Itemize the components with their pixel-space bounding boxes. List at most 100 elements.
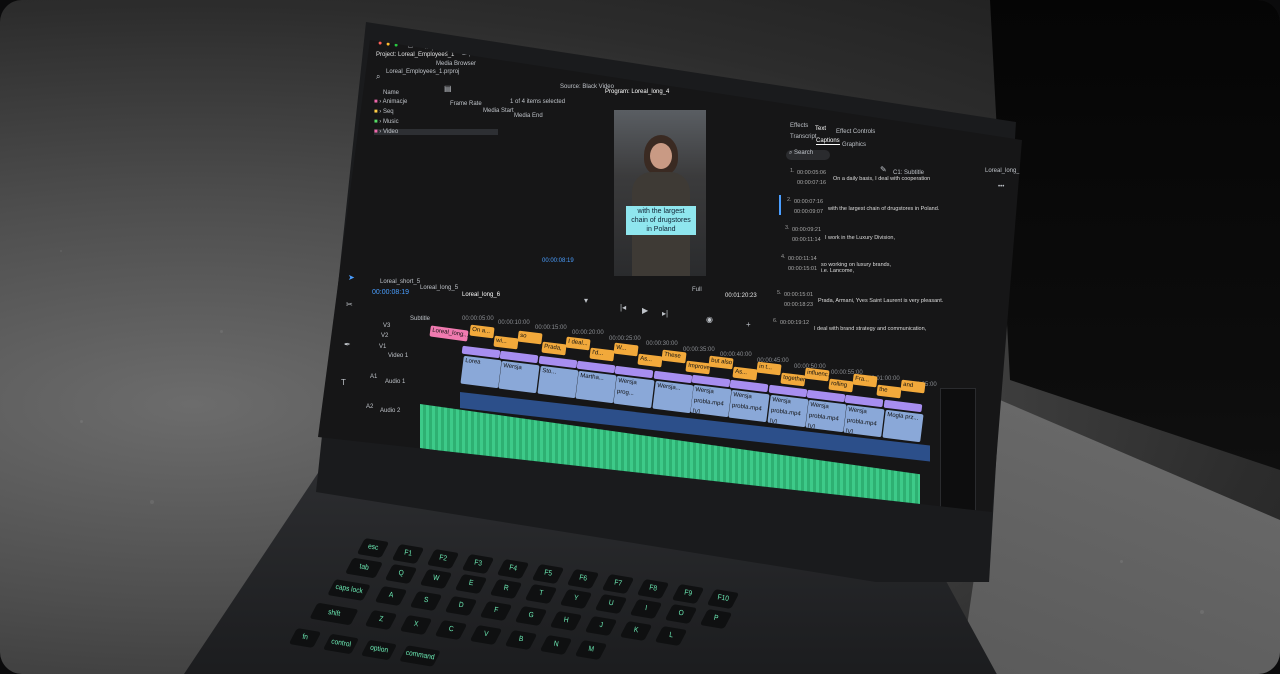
timeline-tab-active[interactable]: Loreal_long_6 <box>462 292 500 298</box>
program-video-frame: with the largest chain of drugstores in … <box>614 110 706 276</box>
video-clip[interactable]: Wersja probla.mp4 <box>728 390 771 423</box>
subtitle-clip[interactable]: These are... <box>660 349 687 363</box>
ruler-tick: 00:00:25:00 <box>609 336 641 342</box>
selection-indicator <box>779 195 781 215</box>
video-clip[interactable]: Wersja probla.mp4 [V] <box>843 404 886 438</box>
items-selected: 1 of 4 items selected <box>510 99 566 105</box>
track-label-audio2: Audio 2 <box>380 408 401 414</box>
project-tab[interactable]: Project: Loreal_Employees_1 <box>376 52 454 58</box>
new-bin-icon[interactable]: ▤ <box>444 84 452 93</box>
track-label-video1: Video 1 <box>388 353 409 359</box>
track-label-v1: V1 <box>379 344 387 350</box>
type-tool-icon[interactable]: T <box>341 378 346 387</box>
bin-color-icon: ■ <box>374 109 378 115</box>
subtitle-clip[interactable]: Fra... <box>852 373 878 388</box>
timeline-timecode[interactable]: 00:00:08:19 <box>372 289 409 296</box>
program-timecode-out: 00:01:20:23 <box>725 293 757 299</box>
tab-graphics[interactable]: Graphics <box>842 142 866 148</box>
media-browser-tab[interactable]: Media Browser <box>436 61 476 67</box>
tab-transcript[interactable]: Transcript <box>790 134 816 140</box>
marker-icon[interactable]: ▾ <box>584 296 588 305</box>
search-icon[interactable]: ⌕ <box>376 72 380 82</box>
track-label-v3: V3 <box>383 323 391 329</box>
camera-icon[interactable]: ◉ <box>706 315 713 324</box>
add-button-icon[interactable]: + <box>746 320 751 329</box>
video-clip[interactable]: Sto... <box>537 365 579 399</box>
project-file-name: Loreal_Employees_1.prproj <box>386 69 460 75</box>
bin-color-icon: ■ <box>374 119 378 125</box>
search-icon: ⌕ <box>789 150 793 156</box>
ruler-tick: 00:00:20:00 <box>572 330 604 336</box>
subtitle-clip[interactable]: the <box>876 384 902 399</box>
video-clip[interactable]: Wersja probla.mp4 [V] <box>805 399 847 433</box>
subtitle-clip[interactable]: influenc... <box>804 367 830 382</box>
bin-animacje[interactable]: ■ › Animacje <box>374 99 407 105</box>
program-monitor-tab[interactable]: Program: Loreal_long_4 <box>605 89 669 95</box>
video-clip[interactable]: Wersja... <box>652 380 694 413</box>
program-fit-select[interactable]: Full <box>692 287 702 293</box>
subtitle-clip[interactable]: in t... <box>756 361 782 376</box>
subtitle-clip[interactable]: On a... <box>469 324 495 339</box>
bin-video[interactable]: ■ › Video <box>374 129 499 135</box>
subtitle-clip[interactable]: As... <box>637 354 663 368</box>
track-label-audio1: Audio 1 <box>385 379 406 385</box>
person-face <box>650 143 672 169</box>
step-forward-icon[interactable]: ▸| <box>662 309 668 318</box>
pink-clip[interactable]: Loreal_long... <box>429 325 469 342</box>
subtitle-clip[interactable]: but also t... <box>708 355 734 370</box>
bin-color-icon: ■ <box>374 99 378 105</box>
timeline-tab[interactable]: Loreal_long_5 <box>420 285 458 291</box>
col-framerate[interactable]: Frame Rate <box>450 101 482 107</box>
bin-music[interactable]: ■ › Music <box>374 119 399 125</box>
subtitle-clip[interactable]: together wi... <box>780 372 806 387</box>
video-clip[interactable]: Wersja probla.mp4 [V] <box>767 395 809 428</box>
track-label-subtitle: Subtitle <box>410 316 431 322</box>
subtitle-clip[interactable]: I deal... <box>565 336 591 351</box>
tab-effect-controls[interactable]: Effect Controls <box>836 129 875 135</box>
subtitle-clip[interactable]: Prada, Arm... <box>541 341 567 356</box>
timeline-tab[interactable]: Loreal_short_5 <box>380 279 420 285</box>
razor-tool-icon[interactable]: ✂ <box>346 300 353 309</box>
video-clip[interactable]: Mogla prz... <box>882 409 924 443</box>
ruler-tick: 00:00:35:00 <box>683 347 715 353</box>
step-back-icon[interactable]: |◂ <box>620 303 626 312</box>
video-clip[interactable]: Wersja prog... <box>613 375 656 408</box>
tab-text[interactable]: Text <box>815 126 826 132</box>
play-icon[interactable]: ▶ <box>642 306 648 315</box>
bin-color-icon: ■ <box>374 129 378 135</box>
pen-icon[interactable]: ✎ <box>880 165 887 174</box>
track-label-a2: A2 <box>366 404 374 410</box>
subtitle-clip[interactable]: rolling and revie... <box>828 378 854 393</box>
subtitle-clip[interactable]: so workin... <box>517 330 543 345</box>
caption-sequence-name: Loreal_long_6 <box>985 168 1024 174</box>
ruler-tick: 00:00:10:00 <box>498 320 530 326</box>
more-options-icon[interactable]: ••• <box>998 184 1004 190</box>
ruler-tick: 00:00:30:00 <box>646 341 678 347</box>
col-mediaend[interactable]: Media End <box>514 113 543 119</box>
video-clip[interactable]: Martha... <box>575 370 617 403</box>
subtitle-clip[interactable]: and care products... <box>900 379 926 394</box>
video-clip[interactable]: Wersja probla.mp4 [V] <box>690 385 732 418</box>
selection-tool-icon[interactable]: ➤ <box>348 273 355 282</box>
program-timecode-in[interactable]: 00:00:08:19 <box>542 258 574 264</box>
subtitle-clip[interactable]: As... <box>732 366 758 381</box>
track-label-a1: A1 <box>370 374 378 380</box>
captions-search-input[interactable]: ⌕ Search <box>786 150 830 160</box>
pen-tool-icon[interactable]: ✒ <box>344 340 351 349</box>
ruler-tick: 00:00:05:00 <box>462 316 494 322</box>
bin-seq[interactable]: ■ › Seq <box>374 109 394 115</box>
track-label-v2: V2 <box>381 333 389 339</box>
subtitle-clip[interactable]: wi... <box>493 335 519 350</box>
caption-overlay[interactable]: with the largest chain of drugstores in … <box>626 206 696 235</box>
col-name[interactable]: Name <box>383 90 399 96</box>
ruler-tick: 00:00:15:00 <box>535 325 567 331</box>
subtitle-clip[interactable]: Improven... <box>684 360 711 374</box>
tab-captions[interactable]: Captions <box>816 138 840 145</box>
video-clip[interactable]: Wersja <box>498 360 541 394</box>
subtitle-clip[interactable]: I'd... <box>589 347 615 362</box>
col-mediastart[interactable]: Media Start <box>483 108 514 114</box>
video-clip[interactable]: Lorea <box>460 355 502 389</box>
tab-effects[interactable]: Effects <box>790 123 808 129</box>
photo-scene: esc F1 F2 F3 F4 F5 F6 F7 F8 F9 F10 tab Q… <box>0 0 1280 674</box>
subtitle-clip[interactable]: W... <box>613 342 639 357</box>
